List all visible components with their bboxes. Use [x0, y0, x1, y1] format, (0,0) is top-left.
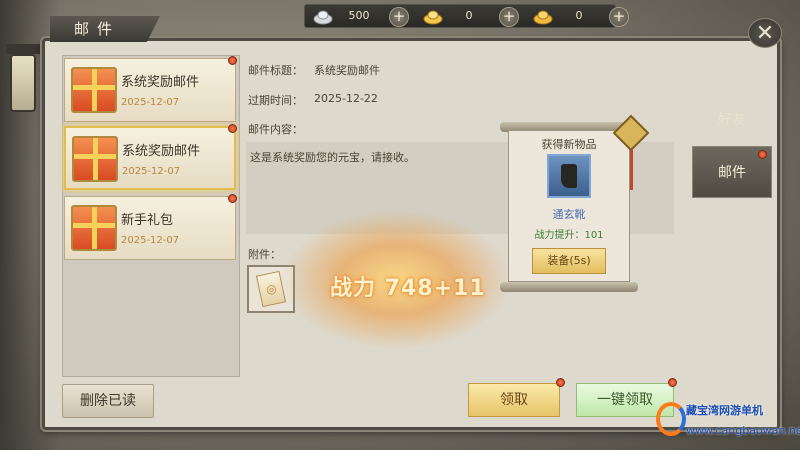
gold-amount: 0 [465, 9, 473, 22]
equip-button[interactable]: 装备(5s) [532, 248, 606, 274]
mail-item-title: 系统奖励邮件 [121, 75, 200, 90]
watermark-logo [656, 402, 686, 436]
gift-box-icon [71, 67, 117, 113]
tab-friends[interactable]: 好友 [692, 94, 772, 146]
add-silver-button[interactable]: + [389, 7, 409, 27]
mail-item-1[interactable]: 系统奖励邮件 2025-12-07 [64, 58, 236, 122]
window-title: 邮件 [50, 16, 160, 42]
item-name: 通玄靴 [552, 208, 586, 221]
currency-silver: 500 + [307, 6, 409, 28]
add-goldbar-button[interactable]: + [609, 7, 629, 27]
gold-bar-icon [533, 10, 553, 25]
close-icon: ✕ [755, 21, 775, 46]
mail-tab-dot [758, 150, 767, 159]
mail-item-date: 2025-12-07 [121, 97, 180, 108]
content-text: 这是系统奖励您的元宝，请接收。 [250, 151, 415, 164]
popup-title: 获得新物品 [541, 138, 597, 151]
unread-dot [228, 194, 237, 203]
scroll-rod-bottom [500, 282, 638, 292]
boots-item-icon[interactable] [547, 154, 591, 198]
delete-read-button[interactable]: 删除已读 [62, 384, 154, 418]
lantern-decoration [10, 54, 36, 112]
lantern-cap [6, 44, 40, 54]
power-change-text: 战力 748+11 [330, 276, 486, 301]
currency-goldbar: 0 + [527, 6, 629, 28]
watermark-title: 藏宝湾网游单机 [686, 404, 763, 417]
tassel-decoration [630, 150, 633, 190]
watermark-url: www.cangbaowan.net [686, 424, 800, 437]
add-gold-button[interactable]: + [499, 7, 519, 27]
currency-gold: 0 + [417, 6, 519, 28]
mail-item-title: 新手礼包 [121, 213, 174, 228]
close-button[interactable]: ✕ [748, 18, 782, 48]
mail-item-date: 2025-12-07 [122, 166, 181, 177]
attachment-label: 附件： [248, 248, 281, 261]
gold-ingot-icon [423, 10, 443, 25]
subject-label: 邮件标题： [248, 64, 303, 77]
expire-value: 2025-12-22 [314, 92, 378, 105]
power-gain-text: 战力提升：101 [534, 230, 604, 241]
gift-box-icon [72, 136, 118, 182]
currency-bar: 500 + 0 + 0 + [304, 4, 629, 28]
boots-icon [561, 164, 577, 188]
mail-item-title: 系统奖励邮件 [122, 144, 201, 159]
unread-dot [228, 124, 237, 133]
mail-item-date: 2025-12-07 [121, 235, 180, 246]
claim-all-dot [668, 378, 677, 387]
gift-box-icon [71, 205, 117, 251]
claim-dot [556, 378, 565, 387]
goldbar-amount: 0 [575, 9, 583, 22]
content-label: 邮件内容： [248, 123, 303, 136]
unread-dot [228, 56, 237, 65]
expire-label: 过期时间： [248, 94, 303, 107]
silver-amount: 500 [348, 9, 370, 22]
subject-value: 系统奖励邮件 [314, 64, 380, 77]
silver-ingot-icon [313, 10, 333, 25]
mail-item-2[interactable]: 系统奖励邮件 2025-12-07 [64, 126, 236, 190]
claim-button[interactable]: 领取 [468, 383, 560, 417]
mail-item-3[interactable]: 新手礼包 2025-12-07 [64, 196, 236, 260]
